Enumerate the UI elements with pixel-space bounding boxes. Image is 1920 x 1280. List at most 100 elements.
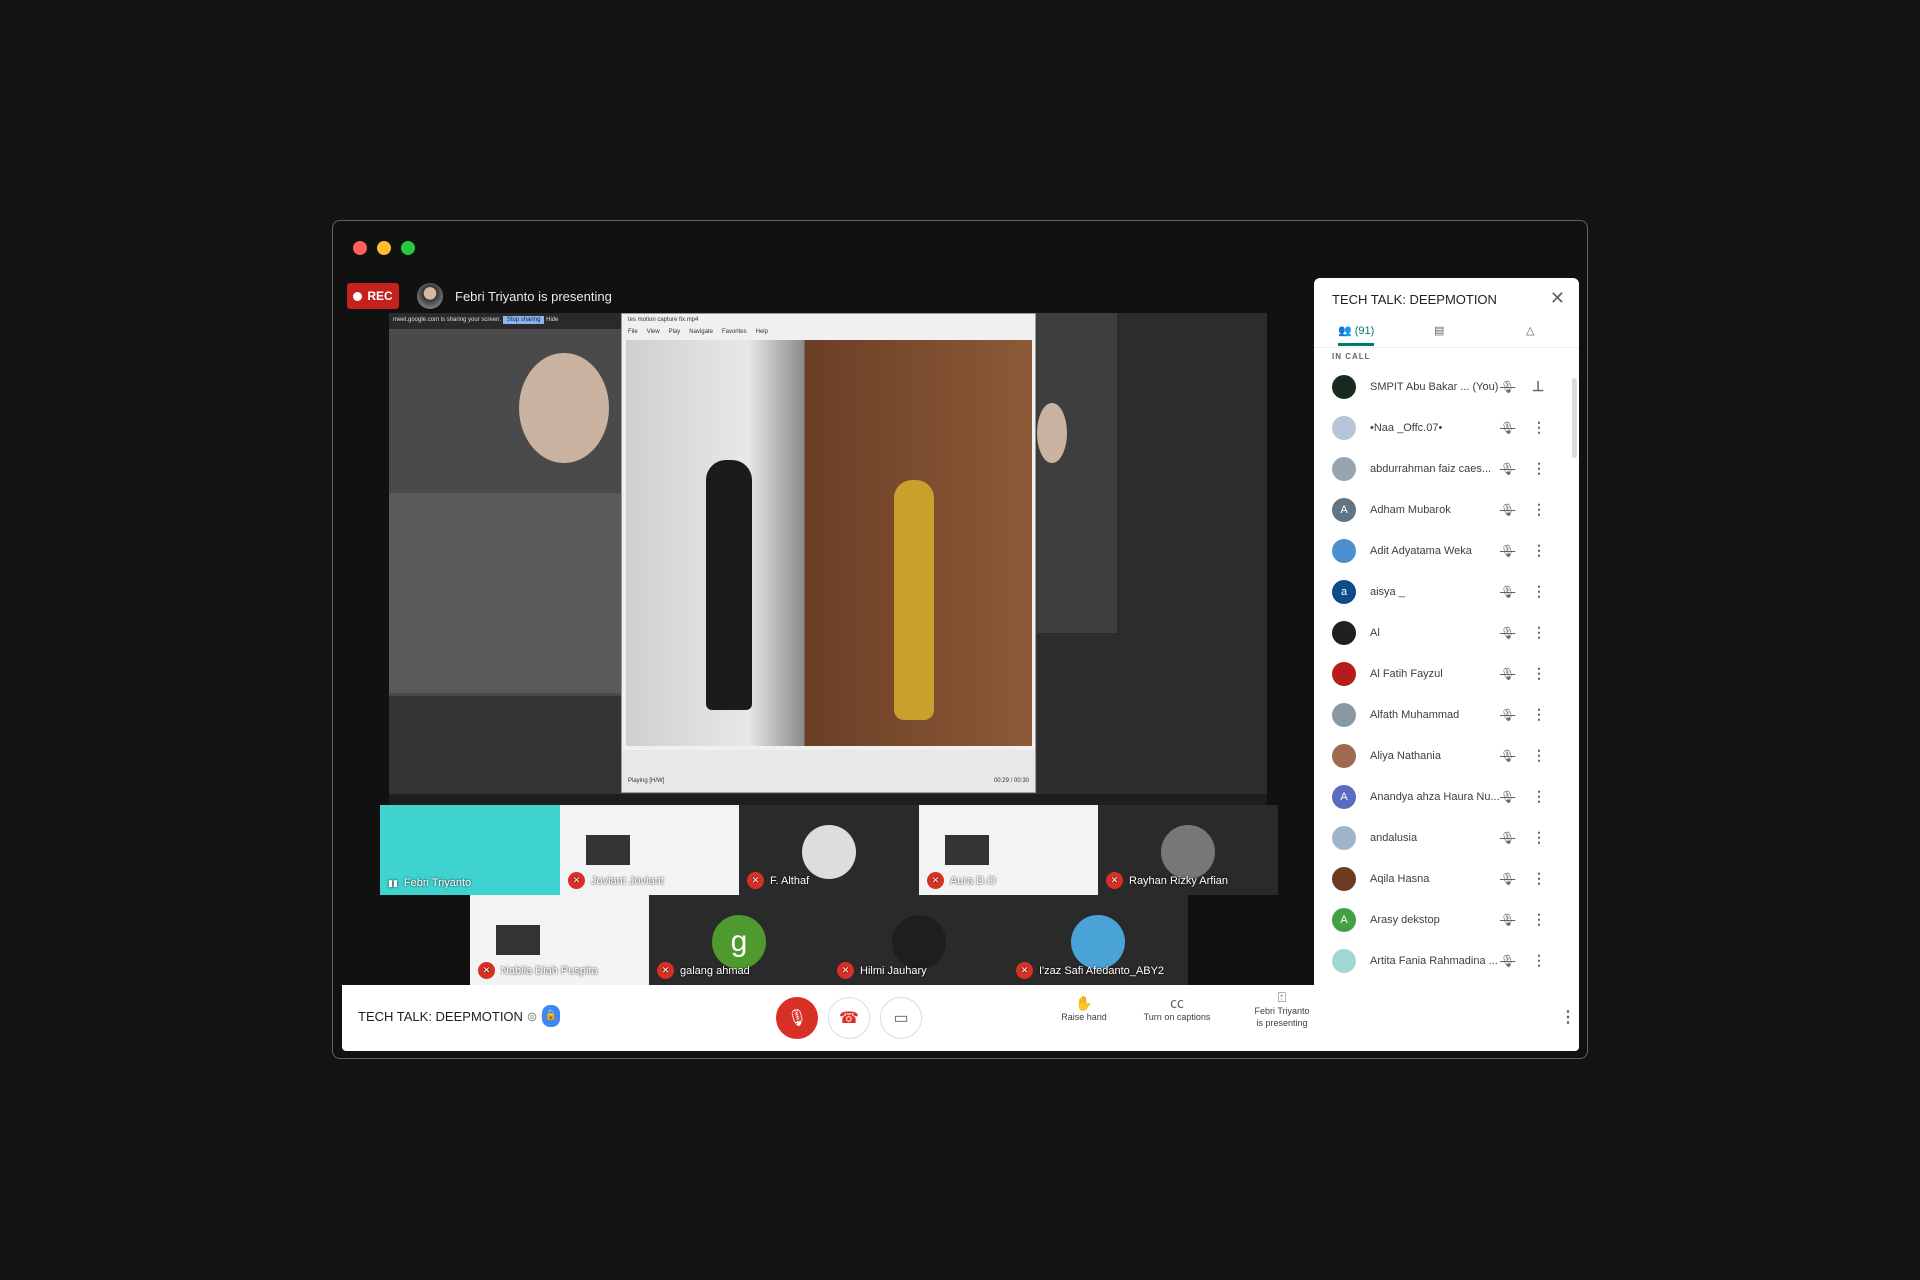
more-vert-icon[interactable]: ⋮: [1532, 501, 1546, 518]
presenter-avatar: [417, 283, 443, 309]
more-vert-icon[interactable]: ⋮: [1532, 870, 1546, 887]
close-window-button[interactable]: [353, 241, 367, 255]
maximize-window-button[interactable]: [401, 241, 415, 255]
participant-name: andalusia: [1370, 831, 1418, 844]
more-vert-icon[interactable]: ⋮: [1532, 624, 1546, 641]
participant-row[interactable]: Al Fatih Fayzul 🎙 ⋮: [1314, 653, 1579, 694]
participant-name: SMPIT Abu Bakar ... (You): [1370, 380, 1499, 393]
participant-row[interactable]: Aqila Hasna 🎙 ⋮: [1314, 858, 1579, 899]
more-vert-icon[interactable]: ⋮: [1532, 952, 1546, 969]
participant-avatar: [892, 915, 946, 969]
mic-off-icon: 🎙: [1500, 461, 1516, 476]
participant-row[interactable]: A Anandya ahza Haura Nu... 🎙 ⋮: [1314, 776, 1579, 817]
participant-row[interactable]: abdurrahman faiz caes... 🎙 ⋮: [1314, 448, 1579, 489]
participant-tile[interactable]: ✕ F. Althaf: [739, 805, 919, 895]
more-vert-icon[interactable]: ⋮: [1532, 419, 1546, 436]
participant-tile[interactable]: ✕ Nabila Diah Puspita: [470, 895, 650, 985]
participant-tile[interactable]: ✕ Joviant Joviant: [560, 805, 740, 895]
menu-navigate[interactable]: Navigate: [689, 329, 713, 339]
mic-muted-icon: ✕: [1106, 872, 1123, 889]
menu-favorites[interactable]: Favorites: [722, 329, 747, 339]
participant-name: Adham Mubarok: [1370, 503, 1451, 516]
record-dot-icon: [353, 291, 363, 301]
tile-name: ▮▮ Febri Triyanto: [388, 877, 471, 889]
tile-name-label: Joviant Joviant: [591, 874, 664, 887]
captions-button[interactable]: ㏄ Turn on captions: [1132, 996, 1222, 1023]
presenting-line2: is presenting: [1256, 1018, 1308, 1028]
participant-row[interactable]: A Arasy dekstop 🎙 ⋮: [1314, 899, 1579, 940]
participant-row[interactable]: Aliya Nathania 🎙 ⋮: [1314, 735, 1579, 776]
chat-icon[interactable]: ▤: [1434, 324, 1444, 337]
participant-row[interactable]: Adit Adyatama Weka 🎙 ⋮: [1314, 530, 1579, 571]
raise-hand-button[interactable]: ✋ Raise hand: [1052, 996, 1116, 1023]
participant-row[interactable]: Alfath Muhammad 🎙 ⋮: [1314, 694, 1579, 735]
blender-viewport-left: meet.google.com is sharing your screen. …: [389, 313, 621, 806]
camera-button[interactable]: ▭: [880, 997, 922, 1039]
more-vert-icon[interactable]: ⋮: [1532, 747, 1546, 764]
participant-tile[interactable]: ✕ I'zaz Safi Afedanto_ABY2: [1008, 895, 1188, 985]
stop-sharing-button[interactable]: Stop sharing: [502, 316, 545, 324]
mic-off-icon: 🎙: [1500, 666, 1516, 681]
participant-avatar: [1332, 415, 1356, 440]
participant-row[interactable]: Artita Fania Rahmadina ... 🎙 ⋮: [1314, 940, 1579, 981]
player-title: tes motion capture fix.mp4: [628, 317, 699, 323]
participant-row[interactable]: A Adham Mubarok 🎙 ⋮: [1314, 489, 1579, 530]
more-vert-icon[interactable]: ⋮: [1532, 460, 1546, 477]
activities-icon[interactable]: △: [1526, 324, 1534, 337]
mic-off-icon: 🎙: [1500, 379, 1516, 394]
hide-button[interactable]: Hide: [546, 317, 558, 323]
menu-help[interactable]: Help: [756, 329, 768, 339]
mic-off-icon: 🎙: [1500, 625, 1516, 640]
menu-play[interactable]: Play: [669, 329, 681, 339]
link-icon: ⊜: [526, 1009, 538, 1024]
mic-off-icon: 🎙: [1500, 748, 1516, 763]
tile-name-label: Hilmi Jauhary: [860, 964, 927, 977]
people-count: (91): [1354, 325, 1375, 337]
mic-muted-icon: ✕: [657, 962, 674, 979]
more-vert-icon[interactable]: ⋮: [1532, 911, 1546, 928]
more-vert-icon[interactable]: ⋮: [1532, 583, 1546, 600]
tile-name-label: galang ahmad: [680, 964, 750, 977]
participant-row[interactable]: Al 🎙 ⋮: [1314, 612, 1579, 653]
participant-tile[interactable]: ▮▮ Febri Triyanto: [380, 805, 560, 895]
participant-row[interactable]: SMPIT Abu Bakar ... (You) 🎙 ⊥: [1314, 366, 1579, 407]
more-vert-icon[interactable]: ⋮: [1532, 706, 1546, 723]
leave-call-button[interactable]: ☎: [828, 997, 870, 1039]
tile-name: ✕ I'zaz Safi Afedanto_ABY2: [1016, 962, 1164, 979]
recording-badge: REC: [347, 283, 399, 309]
character-head-right: [1037, 403, 1067, 463]
more-vert-icon[interactable]: ⋮: [1532, 788, 1546, 805]
participant-tile[interactable]: ✕ Aura D.O: [919, 805, 1099, 895]
more-vert-icon[interactable]: ⋮: [1532, 665, 1546, 682]
more-options-icon[interactable]: ⋮: [1560, 1007, 1576, 1027]
slide-laptop-image: [945, 835, 989, 865]
tile-name-label: F. Althaf: [770, 874, 810, 887]
player-controls: Playing [H/W] 00:29 / 00:30: [622, 750, 1035, 792]
participant-row[interactable]: •Naa _Offc.07• 🎙 ⋮: [1314, 407, 1579, 448]
more-vert-icon[interactable]: ⋮: [1532, 542, 1546, 559]
participant-tile[interactable]: ✕ Rayhan Rizky Arfian: [1098, 805, 1278, 895]
scrollbar[interactable]: [1572, 378, 1577, 458]
pin-icon[interactable]: ⊥: [1532, 378, 1544, 395]
section-label: IN CALL: [1332, 352, 1371, 361]
participant-tile[interactable]: ✕ Hilmi Jauhary: [829, 895, 1009, 985]
minimize-window-button[interactable]: [377, 241, 391, 255]
menu-file[interactable]: File: [628, 329, 638, 339]
host-controls-shield-icon[interactable]: 🔒: [542, 1005, 560, 1027]
meeting-title: TECH TALK: DEEPMOTION: [358, 1009, 523, 1024]
menu-view[interactable]: View: [647, 329, 660, 339]
participant-tile[interactable]: g ✕ galang ahmad: [649, 895, 829, 985]
meeting-details-button[interactable]: TECH TALK: DEEPMOTION ⊜ ^: [358, 1009, 547, 1025]
tab-people[interactable]: 👥 (91): [1338, 324, 1375, 346]
tile-name-label: I'zaz Safi Afedanto_ABY2: [1039, 964, 1165, 977]
blender-properties-panel: [1037, 313, 1267, 806]
slide-laptop-image: [496, 925, 540, 955]
presenting-button[interactable]: ⍐ Febri Triyanto is presenting: [1242, 990, 1322, 1029]
mic-off-icon: 🎙: [786, 1010, 808, 1027]
more-vert-icon[interactable]: ⋮: [1532, 829, 1546, 846]
tile-name-label: Rayhan Rizky Arfian: [1129, 874, 1229, 887]
participant-row[interactable]: a aisya _ 🎙 ⋮: [1314, 571, 1579, 612]
mic-off-button[interactable]: 🎙: [776, 997, 818, 1039]
close-icon[interactable]: ✕: [1550, 288, 1565, 309]
participant-row[interactable]: andalusia 🎙 ⋮: [1314, 817, 1579, 858]
